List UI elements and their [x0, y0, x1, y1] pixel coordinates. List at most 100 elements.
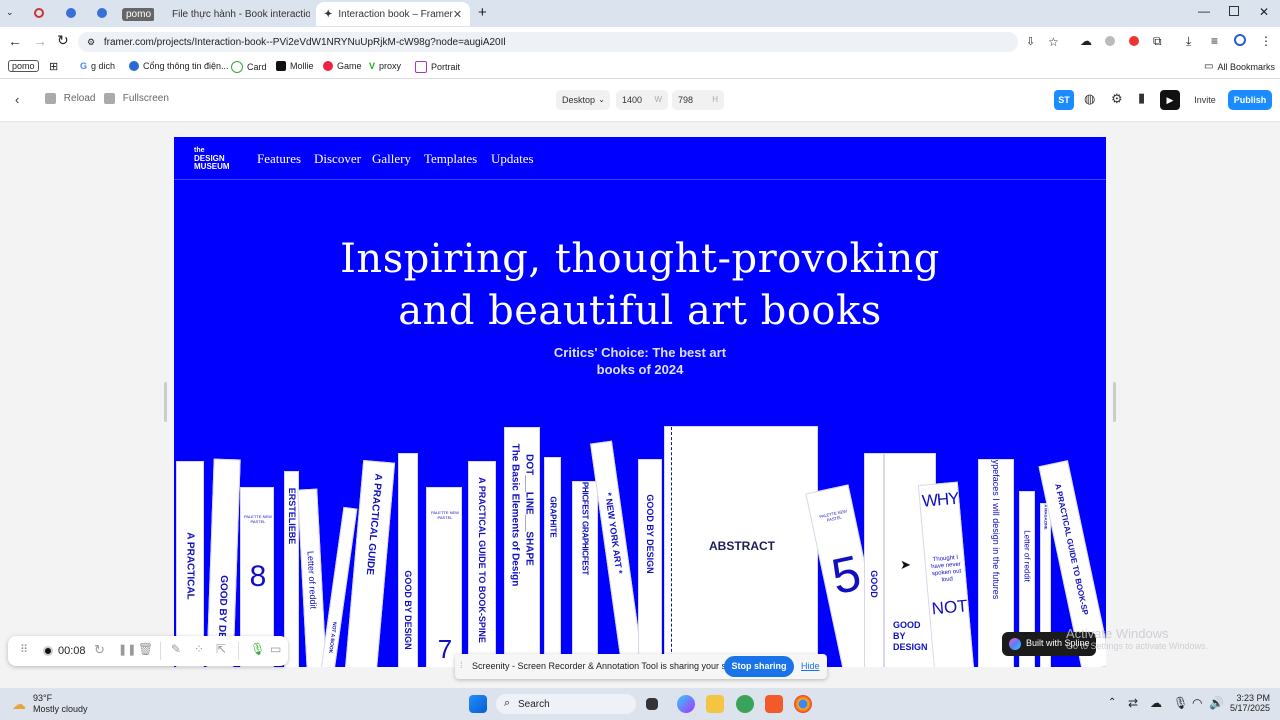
onedrive-icon[interactable]: ☁	[1150, 696, 1162, 710]
breakpoint-select[interactable]: Desktop ⌄	[556, 90, 610, 110]
wifi-icon[interactable]: ◠	[1192, 696, 1202, 710]
stop-sharing-button[interactable]: Stop sharing	[724, 656, 794, 677]
sync-icon[interactable]: ⇄	[1128, 696, 1138, 710]
book-a-practical-guide[interactable]: A PRACTICAL GUIDE	[344, 460, 396, 667]
close-window-icon[interactable]: ✕	[1259, 5, 1269, 19]
restore-window-icon[interactable]	[1229, 6, 1239, 16]
hide-link[interactable]: Hide	[801, 661, 820, 671]
pinned-tab-icon-2[interactable]	[97, 8, 107, 18]
file-explorer-icon[interactable]	[706, 695, 724, 713]
publish-button[interactable]: Publish	[1228, 90, 1272, 110]
green-app-icon[interactable]	[736, 695, 754, 713]
invite-button[interactable]: Invite	[1188, 90, 1222, 110]
microphone-icon[interactable]: 🎙	[250, 642, 265, 656]
resize-handle-left[interactable]	[164, 382, 167, 422]
book-abstract[interactable]: ABSTRACT	[664, 426, 818, 667]
proxy-icon: V	[369, 61, 376, 71]
book-dot-line-shape[interactable]: DOT___LINE___SHAPE The Basic Elements of…	[504, 427, 540, 667]
book-new-york-art[interactable]: * NEW YORK ART *	[590, 440, 644, 667]
bookmark-proxy[interactable]: V proxy	[369, 61, 401, 71]
taskview-icon[interactable]	[646, 698, 658, 710]
copilot-icon[interactable]	[677, 695, 695, 713]
reload-button[interactable]: Reload	[45, 93, 95, 104]
fullscreen-button[interactable]: Fullscreen	[104, 93, 169, 104]
minimize-window-icon[interactable]: —	[1198, 4, 1210, 18]
cloud-extension-icon[interactable]: ☁	[1080, 34, 1092, 48]
forward-icon[interactable]: →	[33, 33, 47, 49]
volume-icon[interactable]: 🔊	[1209, 696, 1224, 710]
book-title: ERSTELIEBE	[286, 487, 297, 544]
book-ersteliebe[interactable]: ERSTELIEBE	[284, 471, 299, 667]
tab-interaction-book-framer[interactable]: ✦ Interaction book – Framer ✕	[316, 2, 470, 26]
book-graphite[interactable]: GRAPHITE	[544, 457, 561, 667]
clock[interactable]: 3:23 PM 5/17/2025	[1228, 693, 1270, 713]
install-app-icon[interactable]: ⇩	[1026, 32, 1035, 52]
cursor-icon[interactable]: ⇱	[216, 642, 226, 656]
book-number: 8	[249, 560, 267, 593]
resize-handle-right[interactable]	[1113, 382, 1116, 422]
book-letter-of-reddit[interactable]: Letter of reddit	[297, 488, 327, 667]
bookmark-pomo[interactable]: pomo	[8, 60, 39, 72]
pen-icon[interactable]: ✎	[171, 642, 181, 656]
address-bar[interactable]: ⚙ framer.com/projects/Interaction-book--…	[78, 32, 1059, 52]
brave-browser-icon[interactable]	[765, 695, 783, 713]
width-input[interactable]: 1400 W	[616, 90, 668, 110]
downloads-icon[interactable]: ⤓	[1186, 34, 1191, 49]
all-bookmarks[interactable]: ▭ All Bookmarks	[1204, 61, 1275, 72]
tab-book-interaction[interactable]: File thực hành - Book interactio ✕	[158, 2, 310, 26]
pause-icon[interactable]: ❚❚	[118, 643, 136, 656]
recording-timer: 00:08	[58, 645, 86, 657]
book-graphicfest[interactable]: GRAPHICFEST GRAPHICFEST	[572, 481, 598, 667]
chevron-up-icon[interactable]: ⌃	[1108, 697, 1116, 708]
globe-icon[interactable]: ◍	[1084, 91, 1095, 107]
bookmark-portrait[interactable]: Portrait	[415, 61, 460, 73]
back-icon[interactable]: ←	[8, 33, 22, 49]
media-icon[interactable]: ≡	[1211, 34, 1218, 48]
book-good[interactable]: GOOD	[864, 453, 884, 667]
book-shelf: A PRACTICAL GOOD BY DE PALETTE NEW PASTE…	[174, 137, 1106, 667]
extension-gray-icon[interactable]	[1105, 36, 1115, 46]
book-good-by-design[interactable]: GOOD BY DESIGN	[398, 453, 418, 667]
settings-gear-icon[interactable]: ⚙	[1111, 91, 1123, 107]
book-title: GOOD	[869, 569, 879, 598]
profile-icon[interactable]	[1234, 34, 1246, 46]
book-practical-guide-spine[interactable]: A PRACTICAL GUIDE TO BOOK-SPINE	[468, 461, 496, 667]
analytics-icon[interactable]: ▮	[1138, 90, 1145, 106]
bookmark-mollie[interactable]: Mollie	[276, 61, 314, 71]
apps-grid-icon[interactable]: ⊞	[49, 60, 58, 73]
blur-grid-icon[interactable]: ⁘	[194, 642, 204, 656]
book-palette-7[interactable]: PALETTE NEW PASTEL 7	[426, 487, 462, 667]
book-good-by-design-2[interactable]: GOOD BY DESIGN	[638, 459, 662, 667]
pinned-tab-icon[interactable]	[66, 8, 76, 18]
bookmark-cong-thong-tin[interactable]: Cổng thông tin điện...	[129, 61, 229, 71]
preview-play-button[interactable]: ▶	[1160, 90, 1180, 110]
height-input[interactable]: 798 H	[672, 90, 724, 110]
menu-kebab-icon[interactable]: ⋮	[1260, 34, 1272, 48]
tab-pomo[interactable]: pomo	[120, 2, 154, 26]
close-tab-icon-active[interactable]: ✕	[453, 8, 462, 21]
chrome-icon[interactable]	[794, 695, 812, 713]
new-tab-icon[interactable]: +	[478, 4, 487, 21]
site-info-icon[interactable]: ⚙	[87, 37, 95, 47]
camera-icon[interactable]: ▭	[270, 642, 281, 656]
tab-list-dropdown-icon[interactable]: ⌄	[6, 7, 14, 18]
taskbar-search[interactable]: ⌕ Search	[496, 694, 636, 714]
record-tab-icon[interactable]	[34, 8, 44, 18]
back-chevron-icon[interactable]: ‹	[15, 92, 19, 107]
bookmark-g-dich[interactable]: G g dich	[80, 61, 115, 71]
restart-icon[interactable]: ↻	[94, 642, 105, 658]
microphone-tray-icon[interactable]: 🎙	[1173, 696, 1188, 710]
height-unit: H	[712, 95, 718, 104]
extension-record-icon[interactable]	[1129, 36, 1139, 46]
delete-icon[interactable]: 🗑	[138, 642, 153, 656]
refresh-icon[interactable]: ↻	[57, 32, 69, 49]
bookmarks-bar: pomo ⊞ G g dich Cổng thông tin điện... C…	[0, 57, 1280, 79]
bookmark-card[interactable]: Card	[231, 61, 267, 73]
bookmark-game[interactable]: Game	[323, 61, 362, 71]
user-avatar[interactable]: ST	[1054, 90, 1074, 110]
drag-handle-icon[interactable]: ⠿	[20, 643, 28, 656]
extensions-puzzle-icon[interactable]: ⧉	[1153, 34, 1162, 49]
drag-handle-icon[interactable]: ⁞	[460, 660, 463, 670]
bookmark-star-icon[interactable]: ☆	[1048, 32, 1059, 52]
windows-start-icon[interactable]	[469, 695, 487, 713]
